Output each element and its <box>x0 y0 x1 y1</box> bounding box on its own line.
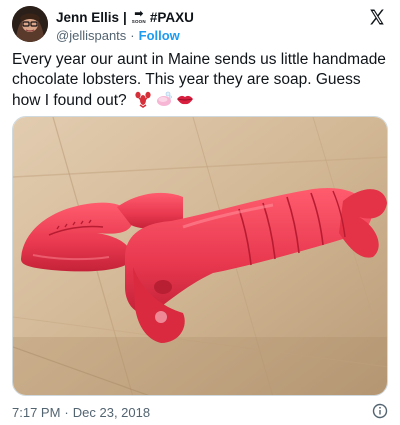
tweet-photo[interactable] <box>12 116 388 396</box>
tweet-date[interactable]: Dec 23, 2018 <box>73 405 150 420</box>
handle-dot: · <box>130 27 135 43</box>
x-logo-icon[interactable] <box>368 8 386 26</box>
lips-emoji-icon <box>176 90 194 108</box>
tweet-footer: 7:17 PM · Dec 23, 2018 <box>12 403 388 420</box>
name-separator: | <box>123 9 127 25</box>
info-icon[interactable] <box>372 403 388 419</box>
handle-row: @jellispants · Follow <box>56 27 180 43</box>
author-name-row[interactable]: Jenn Ellis | ➡ SOON #PAXU <box>56 8 194 26</box>
author-hashtag: #PAXU <box>149 9 194 25</box>
tweet-header: Jenn Ellis | ➡ SOON #PAXU @jellispants ·… <box>12 6 388 43</box>
soap-emoji-icon <box>155 90 173 108</box>
follow-button[interactable]: Follow <box>139 28 180 43</box>
tweet-text-block: Every year our aunt in Maine sends us li… <box>12 50 388 111</box>
tweet-time[interactable]: 7:17 PM <box>12 405 60 420</box>
tweet-text: Every year our aunt in Maine sends us li… <box>12 51 386 109</box>
soon-arrow-icon: ➡ SOON <box>131 8 146 25</box>
author-handle[interactable]: @jellispants <box>56 28 126 43</box>
lobster-soap-photo <box>13 117 387 395</box>
footer-dot: · <box>64 404 69 420</box>
tweet-card: Jenn Ellis | ➡ SOON #PAXU @jellispants ·… <box>0 0 400 425</box>
avatar[interactable] <box>12 6 48 42</box>
lobster-emoji-icon <box>134 90 152 108</box>
author-name[interactable]: Jenn Ellis <box>56 10 119 25</box>
